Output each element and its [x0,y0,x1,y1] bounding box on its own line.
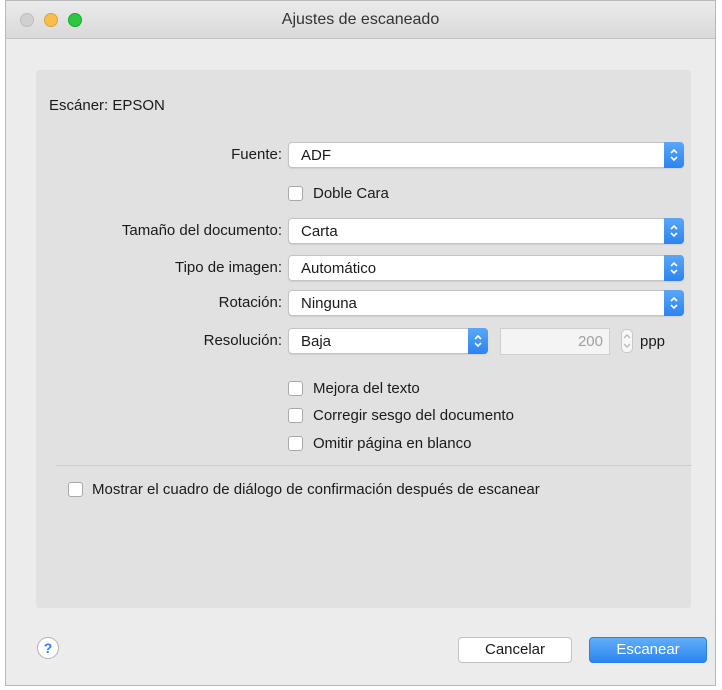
text-enhancement-label: Mejora del texto [313,380,420,397]
title-bar: Ajustes de escaneado [6,1,715,39]
source-label: Fuente: [231,146,282,163]
resolution-select[interactable]: Baja [288,328,488,354]
updown-chevron-icon [664,218,684,244]
updown-chevron-icon [664,142,684,168]
image-type-value: Automático [301,260,377,277]
source-select[interactable]: ADF [288,142,684,168]
dpi-value: 200 [577,333,603,350]
image-type-label: Tipo de imagen: [174,259,282,276]
deskew-checkbox[interactable] [288,408,303,423]
dpi-unit: ppp [640,333,666,350]
show-confirmation-checkbox[interactable] [68,482,83,497]
rotation-value: Ninguna [301,295,357,312]
scan-button[interactable]: Escanear [589,637,707,663]
doc-size-select[interactable]: Carta [288,218,684,244]
skip-blank-page-label: Omitir página en blanco [313,435,472,452]
show-confirmation-label: Mostrar el cuadro de diálogo de confirma… [92,481,540,498]
deskew-label: Corregir sesgo del documento [313,407,514,424]
skip-blank-page-checkbox[interactable] [288,436,303,451]
question-mark-icon: ? [43,640,53,656]
updown-chevron-icon [664,255,684,281]
updown-stepper-icon [623,334,631,348]
source-value: ADF [301,147,331,164]
dpi-input[interactable]: 200 [500,328,610,355]
separator [56,465,692,466]
updown-chevron-icon [664,290,684,316]
doc-size-value: Carta [301,223,338,240]
scanner-label: Escáner: EPSON [49,97,165,114]
duplex-checkbox[interactable] [288,186,303,201]
resolution-label: Resolución: [203,332,282,349]
resolution-value: Baja [301,333,332,350]
rotation-select[interactable]: Ninguna [288,290,684,316]
cancel-button[interactable]: Cancelar [458,637,572,663]
doc-size-label: Tamaño del documento: [121,222,282,239]
text-enhancement-checkbox[interactable] [288,381,303,396]
dpi-stepper[interactable] [621,329,633,353]
window-title: Ajustes de escaneado [281,11,440,28]
rotation-label: Rotación: [218,294,282,311]
duplex-label: Doble Cara [313,185,389,202]
image-type-select[interactable]: Automático [288,255,684,281]
help-button[interactable]: ? [37,637,59,659]
updown-chevron-icon [468,328,488,354]
